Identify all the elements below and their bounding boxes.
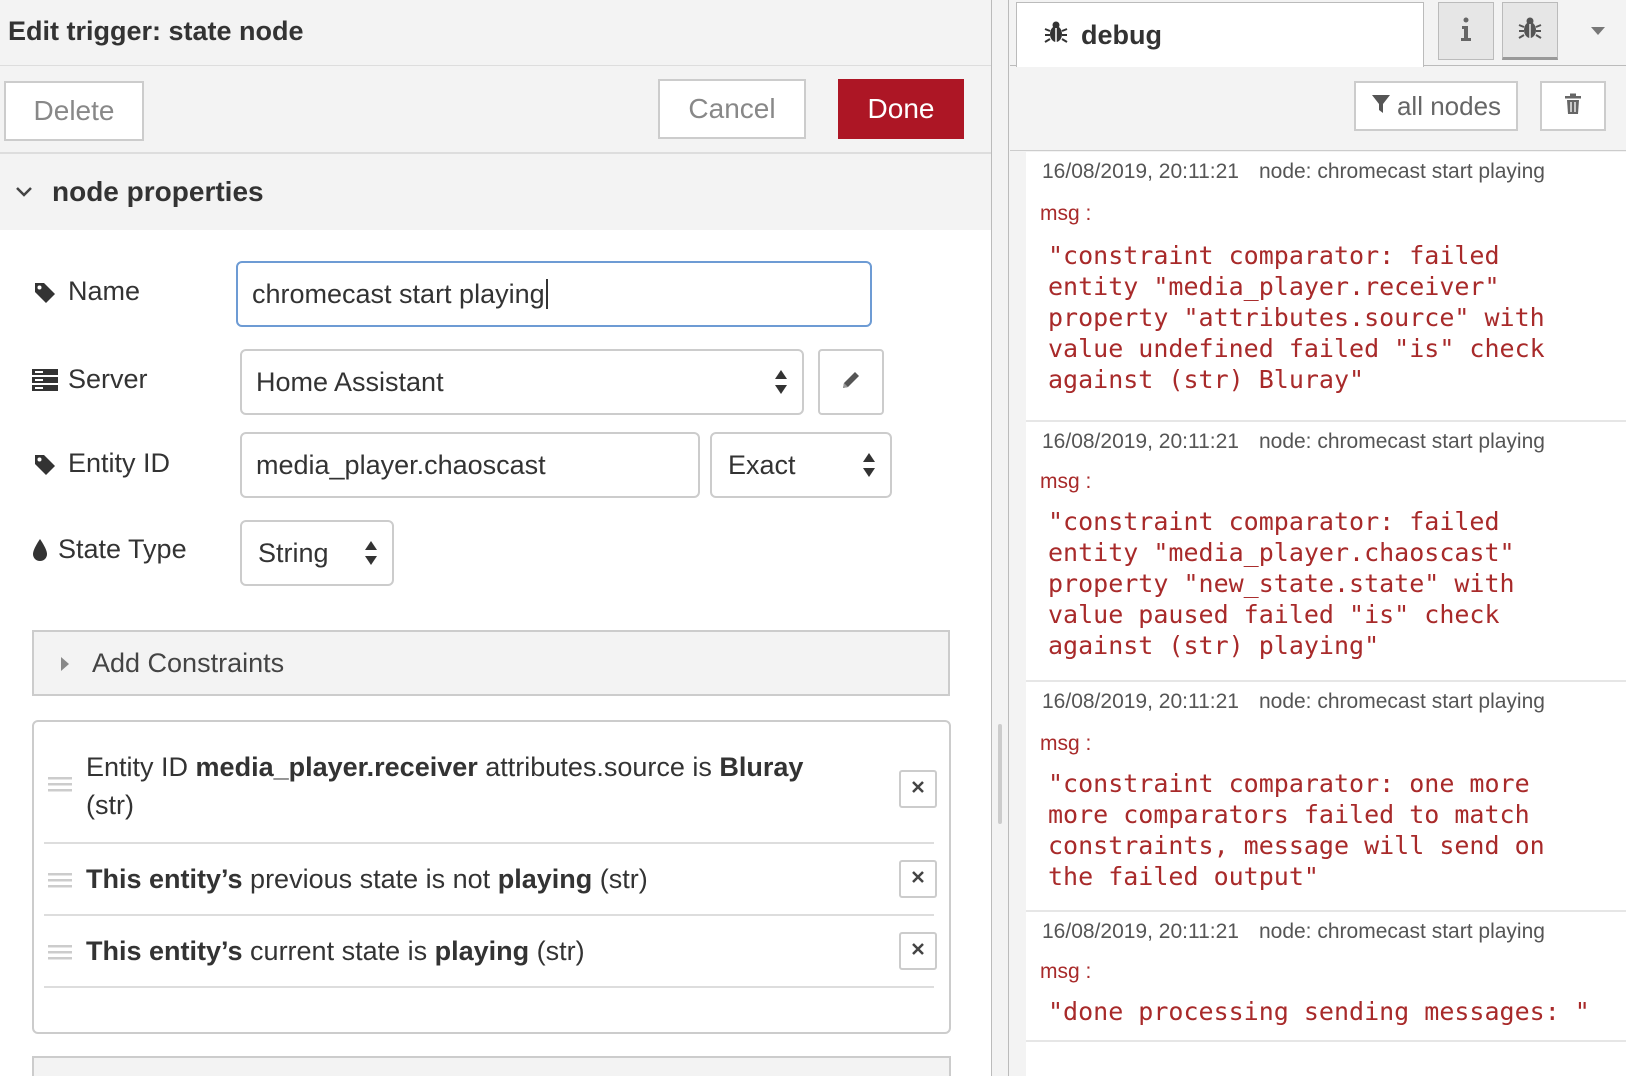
- message-label: msg :: [1040, 202, 1092, 225]
- tag-icon: [32, 451, 58, 477]
- filter-nodes-button[interactable]: all nodes: [1354, 81, 1518, 131]
- delete-button[interactable]: Delete: [4, 81, 144, 141]
- section-label: node properties: [52, 176, 264, 207]
- next-section-edge: [32, 1056, 951, 1076]
- properties-form: Name chromecast start playing Server Hom…: [0, 230, 991, 1076]
- message-payload[interactable]: "done processing sending messages: ": [1048, 996, 1608, 1027]
- drag-handle-icon[interactable]: [48, 872, 72, 888]
- node-properties-header[interactable]: node properties: [0, 154, 991, 230]
- select-arrows-icon: [775, 370, 787, 394]
- info-tab-button[interactable]: [1438, 2, 1494, 60]
- tab-debug[interactable]: debug: [1016, 2, 1424, 67]
- server-label: Server: [32, 364, 148, 395]
- clear-messages-button[interactable]: [1540, 81, 1606, 131]
- caret-down-icon: [1590, 23, 1606, 41]
- cancel-button[interactable]: Cancel: [658, 79, 806, 139]
- sidebar-menu-dropdown[interactable]: [1578, 12, 1618, 52]
- constraint-text: This entity’s previous state is not play…: [86, 864, 648, 894]
- message-meta: 16/08/2019, 20:11:21 node: chromecast sta…: [1042, 160, 1545, 183]
- message-meta: 16/08/2019, 20:11:21 node: chromecast sta…: [1042, 690, 1545, 713]
- message-node-link[interactable]: node: chromecast start playing: [1259, 160, 1545, 183]
- message-node-link[interactable]: node: chromecast start playing: [1259, 920, 1545, 943]
- message-meta: 16/08/2019, 20:11:21 node: chromecast sta…: [1042, 920, 1545, 943]
- state-type-select[interactable]: String: [240, 520, 394, 586]
- debug-messages: 16/08/2019, 20:11:21 node: chromecast sta…: [1026, 152, 1626, 1076]
- text-caret: [545, 279, 548, 309]
- debug-sidebar: debug all nodes 16/08/2019, 20:11:21 nod…: [1010, 0, 1626, 1076]
- state-type-label: State Type: [32, 534, 187, 565]
- select-arrows-icon: [365, 541, 377, 565]
- message-label: msg :: [1040, 732, 1092, 755]
- dialog-toolbar: Delete Cancel Done: [0, 66, 991, 154]
- caret-right-icon: [60, 648, 70, 679]
- message-node-link[interactable]: node: chromecast start playing: [1259, 430, 1545, 453]
- panel-splitter[interactable]: [993, 0, 1009, 1076]
- select-arrows-icon: [863, 453, 875, 477]
- constraint-text: Entity ID media_player.receiver attribut…: [86, 752, 804, 820]
- server-select[interactable]: Home Assistant: [240, 349, 804, 415]
- message-label: msg :: [1040, 960, 1092, 983]
- drag-handle-icon[interactable]: [48, 944, 72, 960]
- message-label: msg :: [1040, 470, 1092, 493]
- chevron-down-icon: [12, 186, 36, 198]
- message-payload[interactable]: "constraint comparator: failed entity "m…: [1048, 506, 1608, 661]
- message-meta: 16/08/2019, 20:11:21 node: chromecast sta…: [1042, 430, 1545, 453]
- edit-server-button[interactable]: [818, 349, 884, 415]
- list-item: 16/08/2019, 20:11:21 node: chromecast sta…: [1026, 912, 1626, 1042]
- list-item: This entity’s previous state is not play…: [44, 844, 937, 916]
- dialog-title: Edit trigger: state node: [0, 0, 991, 66]
- bug-icon: [1043, 19, 1069, 52]
- filter-icon: [1371, 91, 1391, 122]
- close-icon: [912, 780, 924, 798]
- close-icon: [912, 942, 924, 960]
- remove-constraint-button[interactable]: [899, 860, 937, 898]
- name-label: Name: [32, 276, 140, 307]
- sidebar-tabbar: debug: [1010, 0, 1626, 67]
- debug-tab-button[interactable]: [1502, 2, 1558, 60]
- entity-match-select[interactable]: Exact: [710, 432, 892, 498]
- drag-handle-icon[interactable]: [48, 776, 72, 792]
- remove-constraint-button[interactable]: [899, 770, 937, 808]
- list-item: This entity’s current state is playing (…: [44, 916, 937, 988]
- message-node-link[interactable]: node: chromecast start playing: [1259, 690, 1545, 713]
- list-item: 16/08/2019, 20:11:21 node: chromecast sta…: [1026, 152, 1626, 422]
- server-icon: [32, 367, 58, 393]
- splitter-grip[interactable]: [998, 724, 1002, 824]
- entity-id-label: Entity ID: [32, 448, 170, 479]
- constraints-list: Entity ID media_player.receiver attribut…: [32, 720, 951, 1034]
- constraint-text: This entity’s current state is playing (…: [86, 936, 585, 966]
- list-item: 16/08/2019, 20:11:21 node: chromecast sta…: [1026, 682, 1626, 912]
- remove-constraint-button[interactable]: [899, 932, 937, 970]
- close-icon: [912, 870, 924, 888]
- edit-dialog: Edit trigger: state node Delete Cancel D…: [0, 0, 992, 1076]
- bug-icon: [1517, 15, 1543, 46]
- message-payload[interactable]: "constraint comparator: failed entity "m…: [1048, 240, 1608, 395]
- done-button[interactable]: Done: [838, 79, 964, 139]
- pencil-icon: [839, 368, 863, 397]
- entity-id-input[interactable]: media_player.chaoscast: [240, 432, 700, 498]
- trash-icon: [1564, 91, 1582, 122]
- list-item: 16/08/2019, 20:11:21 node: chromecast sta…: [1026, 422, 1626, 682]
- tag-icon: [32, 279, 58, 305]
- list-item: Entity ID media_player.receiver attribut…: [44, 722, 937, 844]
- name-input[interactable]: chromecast start playing: [236, 261, 872, 327]
- debug-toolbar: all nodes: [1010, 67, 1626, 151]
- message-payload[interactable]: "constraint comparator: one more more co…: [1048, 768, 1608, 892]
- info-icon: [1460, 16, 1472, 47]
- add-constraints-toggle[interactable]: Add Constraints: [32, 630, 950, 696]
- drop-icon: [32, 537, 48, 563]
